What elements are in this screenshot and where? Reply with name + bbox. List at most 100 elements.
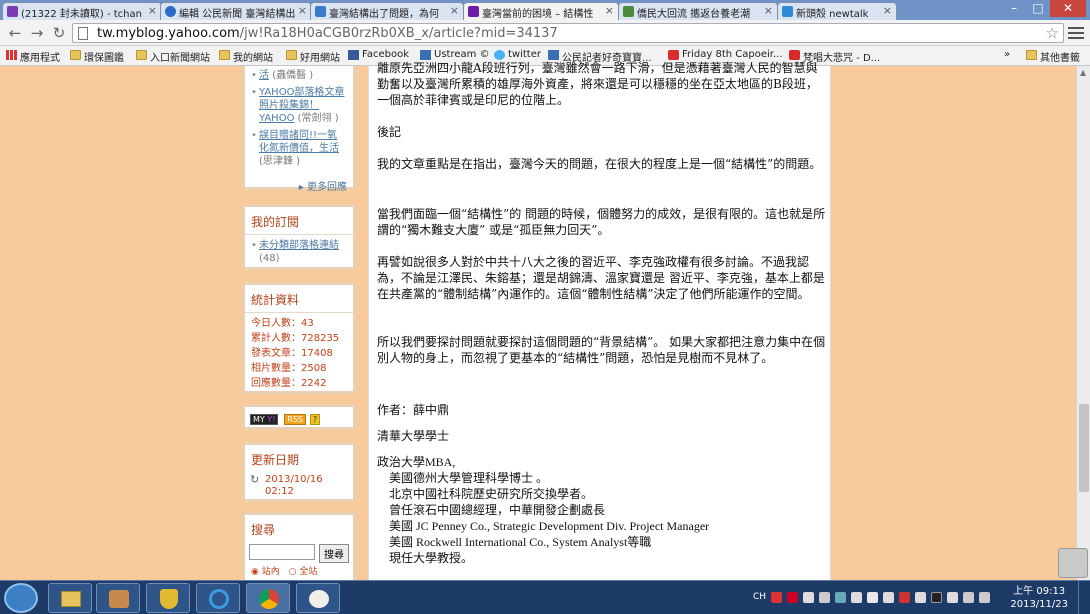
folder-icon — [286, 50, 297, 60]
bookmark-capoeira[interactable]: Friday 8th Capoeir... — [668, 49, 783, 60]
article-author: 作者：薛中鼎 — [377, 403, 450, 417]
bookmark-label: 應用程式 — [20, 53, 60, 64]
tab-title: 僑民大回流 攜返台養老潮 — [637, 9, 751, 20]
tray-app-icon[interactable] — [883, 592, 894, 603]
taskbar-paint[interactable] — [296, 583, 340, 613]
flag-icon[interactable] — [947, 592, 958, 603]
search-input[interactable] — [249, 544, 315, 560]
taskbar-app[interactable] — [96, 583, 140, 613]
help-badge[interactable]: ? — [309, 414, 321, 425]
tray-app-icon[interactable] — [867, 592, 878, 603]
show-desktop-button[interactable] — [1078, 581, 1090, 614]
bookmark-folder[interactable]: 好用網站 — [286, 49, 340, 64]
bookmark-other[interactable]: 其他書籤 — [1026, 49, 1080, 64]
window-close-icon[interactable]: ✕ — [1050, 0, 1086, 17]
taskbar-chrome[interactable] — [246, 583, 290, 613]
taskbar-security[interactable] — [146, 583, 190, 613]
comment-author[interactable]: (常劍翎 ) — [298, 113, 339, 124]
language-indicator[interactable]: CH — [753, 592, 766, 602]
youtube-icon — [668, 50, 679, 60]
cv-line: 美國德州大學管理科學博士 。 — [389, 471, 549, 485]
scrollbar-thumb[interactable] — [1079, 404, 1089, 492]
search-box: 搜尋 搜尋 ◉ 站內 ○ 全站 — [242, 512, 356, 580]
tab-newtalk[interactable]: 新頭殼 newtalk × — [777, 2, 897, 20]
tray-app-icon[interactable] — [851, 592, 862, 603]
maximize-icon[interactable]: □ — [1026, 0, 1050, 17]
bookmarks-overflow[interactable]: » — [1004, 49, 1010, 60]
scroll-to-top-button[interactable] — [1058, 548, 1088, 578]
bookmark-twitter[interactable]: twitter — [494, 49, 541, 60]
tray-app-icon[interactable] — [835, 592, 846, 603]
search-button[interactable]: 搜尋 — [319, 544, 349, 563]
tray-app-icon[interactable] — [787, 592, 798, 603]
tray-app-icon[interactable] — [803, 592, 814, 603]
bookmark-folder[interactable]: 環保圖鑑 — [70, 49, 124, 64]
tray-app-icon[interactable] — [915, 592, 926, 603]
tray-app-icon[interactable] — [819, 592, 830, 603]
recent-comments-box: 活 (蟲僑醫 ) YAHOO部落格文章照片殺集錦！YAHOO (常劍翎 ) 誤目… — [242, 66, 356, 193]
ustream-icon — [420, 50, 431, 60]
rss-badge[interactable]: RSS — [284, 414, 306, 425]
shield-icon — [160, 589, 178, 609]
yahoo-icon — [468, 6, 479, 17]
bookmark-facebook[interactable]: Facebook — [348, 49, 409, 60]
volume-icon[interactable] — [979, 592, 990, 603]
ime-icon[interactable] — [771, 592, 782, 603]
taskbar-ie[interactable] — [196, 583, 240, 613]
reload-icon[interactable]: ↻ — [50, 24, 68, 42]
tray-app-icon[interactable] — [899, 592, 910, 603]
comment-link[interactable]: 活 — [259, 70, 269, 81]
comment-author[interactable]: (思津鋒 ) — [259, 156, 300, 167]
tab-current-article[interactable]: 臺灣當前的困境 – 結構性 × — [463, 2, 619, 20]
close-icon[interactable]: × — [148, 4, 157, 17]
folder-icon — [1026, 50, 1037, 60]
p-icon — [315, 6, 326, 17]
menu-icon[interactable] — [1068, 24, 1084, 40]
cv-line: 曾任滾石中國總經理，中華開發企劃處長 — [389, 503, 606, 517]
close-icon[interactable]: × — [450, 4, 459, 17]
window-controls: – □ ✕ — [1002, 0, 1086, 17]
comment-link[interactable]: 誤目贈諸同!!一氧化氮新價值，生活 — [259, 130, 339, 154]
address-bar[interactable]: tw.myblog.yahoo.com/jw!Ra18H0aCGB0rzRb0X… — [72, 23, 1064, 43]
back-icon[interactable]: ← — [6, 24, 24, 42]
tab-edit-news[interactable]: 編輯 公民新聞 臺灣結構出 × — [160, 2, 312, 20]
bookmark-label: 入口新聞網站 — [150, 53, 210, 64]
tab-gmail[interactable]: (21322 封未讀取) - tchan × — [2, 2, 162, 20]
my-yahoo-badge[interactable]: MY Y! — [250, 414, 279, 425]
stat-today: 今日人數：43 — [245, 316, 353, 331]
scroll-up-icon[interactable]: ▲ — [1080, 68, 1086, 77]
tray-app-icon[interactable] — [931, 592, 942, 603]
mail-icon — [7, 6, 18, 17]
page-scrollbar[interactable]: ▲ — [1076, 66, 1090, 580]
tab-structure-problem[interactable]: 臺灣結構出了問題，為何 × — [310, 2, 464, 20]
bookmark-star-icon[interactable]: ☆ — [1046, 24, 1059, 42]
search-row: 搜尋 — [245, 542, 353, 563]
taskbar-explorer[interactable] — [48, 583, 92, 613]
close-icon[interactable]: × — [605, 4, 614, 17]
bookmark-folder[interactable]: 入口新聞網站 — [136, 49, 210, 64]
bookmark-label: Facebook — [362, 49, 409, 60]
comment-author[interactable]: (蟲僑醫 ) — [272, 70, 313, 81]
clock[interactable]: 上午 09:13 2013/11/23 — [1010, 585, 1068, 611]
bookmark-folder[interactable]: 我的網站 — [219, 49, 273, 64]
start-button[interactable] — [4, 583, 38, 613]
tab-overseas-return[interactable]: 僑民大回流 攜返台養老潮 × — [618, 2, 778, 20]
close-icon[interactable]: × — [298, 4, 307, 17]
subscribe-badges-box: MY Y! RSS ? — [242, 404, 356, 430]
more-comments-link[interactable]: ▸ 更多回應 — [245, 176, 353, 197]
chrome-icon — [259, 589, 279, 609]
subscription-link[interactable]: 未分類部落格連結 — [259, 240, 339, 251]
folder-icon — [61, 591, 81, 607]
bookmark-apps[interactable]: 應用程式 — [6, 49, 60, 64]
bookmark-label: 我的網站 — [233, 53, 273, 64]
close-icon[interactable]: × — [883, 4, 892, 17]
bookmark-ustream[interactable]: Ustream © — [420, 49, 490, 60]
minimize-icon[interactable]: – — [1002, 0, 1026, 17]
scope-all-radio[interactable]: ○ 全站 — [289, 567, 318, 577]
forward-icon[interactable]: → — [28, 24, 46, 42]
updated-date-box: 更新日期 ↻ 2013/10/16 02:12 — [242, 442, 356, 502]
close-icon[interactable]: × — [764, 4, 773, 17]
scope-site-radio[interactable]: ◉ 站內 — [251, 567, 280, 577]
network-icon[interactable] — [963, 592, 974, 603]
clock-date: 2013/11/23 — [1010, 599, 1068, 610]
